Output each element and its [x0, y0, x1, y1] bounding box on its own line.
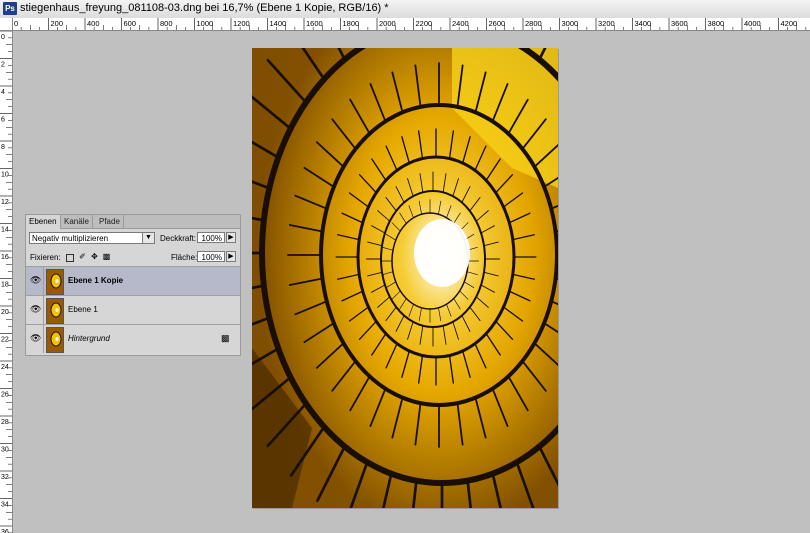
ruler-label: 14 — [1, 227, 9, 234]
ruler-label: 3200 — [598, 19, 615, 28]
layer-thumbnail — [46, 269, 64, 295]
panel-tabs: Ebenen Kanäle Pfade — [26, 215, 240, 229]
fill-input[interactable]: 100% — [197, 251, 225, 262]
tab-pfade[interactable]: Pfade — [96, 215, 124, 228]
photoshop-icon: Ps — [3, 2, 17, 15]
layer-thumbnail — [46, 298, 64, 324]
eye-icon[interactable]: 👁︎ — [30, 276, 41, 285]
ruler-label: 1400 — [270, 19, 287, 28]
horizontal-ruler[interactable]: 0 200 400 600 800 1000 1200 1400 1600 1800 2000 220… — [12, 18, 810, 31]
opacity-input[interactable]: 100% — [197, 232, 225, 243]
ruler-label: 26 — [1, 392, 9, 399]
tab-ebenen[interactable]: Ebenen — [26, 215, 61, 229]
ruler-label: 24 — [1, 364, 9, 371]
ruler-label: 20 — [1, 309, 9, 316]
ruler-label: 3800 — [708, 19, 725, 28]
ruler-label: 3000 — [562, 19, 579, 28]
ruler-label: 3600 — [671, 19, 688, 28]
ruler-label: 16 — [1, 254, 9, 261]
horizontal-ruler-ticks: 0 200 400 600 800 1000 1200 1400 1600 1800 2000 220… — [12, 18, 807, 30]
ruler-label: 2 — [1, 62, 5, 69]
title-bar: Ps stiegenhaus_freyung_081108-03.dng bei… — [0, 0, 810, 19]
ruler-label: 200 — [51, 19, 64, 28]
chevron-down-icon[interactable]: ▼ — [142, 233, 154, 243]
ruler-label: 12 — [1, 199, 9, 206]
ruler-label: 2800 — [525, 19, 542, 28]
fill-label: Fläche: — [171, 253, 198, 262]
vertical-ruler-ticks: 024681012141618202224262830323436 — [0, 30, 12, 533]
layer-name: Hintergrund — [68, 334, 110, 343]
blend-mode-select[interactable]: Negativ multiplizieren ▼ — [29, 232, 155, 244]
staircase-photo — [252, 48, 558, 508]
ruler-label: 4200 — [781, 19, 798, 28]
ruler-label: 3400 — [635, 19, 652, 28]
opacity-label: Deckkraft: — [160, 234, 197, 243]
fix-label: Fixieren: — [30, 253, 61, 262]
ruler-label: 1000 — [197, 19, 214, 28]
lock-icon[interactable]: ▩ — [102, 252, 111, 261]
ruler-label: 0 — [1, 34, 5, 41]
blend-mode-value: Negativ multiplizieren — [32, 234, 109, 243]
ruler-label: 34 — [1, 502, 9, 509]
ruler-label: 2200 — [416, 19, 433, 28]
ruler-label: 800 — [160, 19, 173, 28]
layer-row-ebene-1-kopie[interactable]: 👁︎ Ebene 1 Kopie — [26, 266, 240, 295]
chevron-right-icon[interactable]: ▶ — [226, 232, 236, 243]
ruler-corner[interactable] — [0, 18, 13, 31]
ruler-label: 2400 — [452, 19, 469, 28]
ruler-label: 6 — [1, 117, 5, 124]
ruler-label: 8 — [1, 144, 5, 151]
ruler-label: 28 — [1, 419, 9, 426]
eye-icon[interactable]: 👁︎ — [30, 334, 41, 343]
layers-panel: Ebenen Kanäle Pfade Negativ multiplizier… — [25, 214, 241, 356]
vertical-ruler[interactable]: 0 2 4 6 8 10 12 14 16 18 20 22 24 26 28 30 32 34 36 — [0, 18, 13, 533]
eye-icon[interactable]: 👁︎ — [30, 305, 41, 314]
ruler-label: 4 — [1, 89, 5, 96]
document-title: stiegenhaus_freyung_081108-03.dng bei 16… — [20, 2, 389, 14]
layer-name: Ebene 1 — [68, 305, 98, 314]
ruler-label: 2000 — [379, 19, 396, 28]
ruler-label: 36 — [1, 529, 9, 533]
layer-row-ebene-1[interactable]: 👁︎ Ebene 1 — [26, 295, 240, 324]
lock-icon: ▩ — [221, 333, 230, 343]
ruler-label: 10 — [1, 172, 9, 179]
ruler-label: 1800 — [343, 19, 360, 28]
ruler-label: 30 — [1, 447, 9, 454]
ruler-label: 1200 — [233, 19, 250, 28]
ruler-label: 0 — [14, 19, 18, 28]
lock-transparent-icon[interactable] — [66, 254, 74, 262]
chevron-right-icon[interactable]: ▶ — [226, 251, 236, 262]
ruler-label: 2600 — [489, 19, 506, 28]
document-image[interactable] — [252, 48, 558, 508]
ruler-label: 22 — [1, 337, 9, 344]
brush-icon[interactable]: ✐ — [78, 252, 87, 261]
tab-kanaele[interactable]: Kanäle — [61, 215, 93, 228]
layer-row-hintergrund[interactable]: 👁︎ Hintergrund ▩ — [26, 324, 240, 353]
ruler-label: 600 — [124, 19, 137, 28]
ruler-label: 18 — [1, 282, 9, 289]
layer-name: Ebene 1 Kopie — [68, 276, 124, 285]
ruler-label: 4000 — [744, 19, 761, 28]
move-icon[interactable]: ✥ — [90, 252, 99, 261]
ruler-label: 400 — [87, 19, 100, 28]
ruler-label: 32 — [1, 474, 9, 481]
layer-thumbnail — [46, 327, 64, 353]
ruler-label: 1600 — [306, 19, 323, 28]
